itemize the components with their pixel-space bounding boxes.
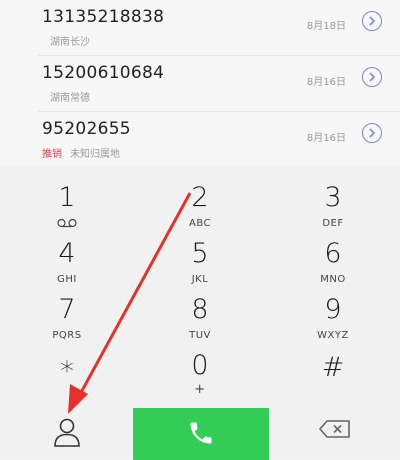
call-details-button[interactable] bbox=[362, 123, 382, 143]
key-digit: 1 bbox=[58, 182, 76, 213]
call-details-button[interactable] bbox=[362, 67, 382, 87]
key-digit: 0 bbox=[191, 350, 209, 381]
key-6[interactable]: 6 MNO bbox=[266, 230, 400, 294]
key-letters: MNO bbox=[320, 274, 346, 285]
recent-calls-list: 13135218838 湖南长沙 8月18日 15200610684 湖南常德 … bbox=[0, 0, 400, 166]
key-letters: DEF bbox=[322, 218, 344, 229]
call-row[interactable]: 15200610684 湖南常德 8月16日 bbox=[0, 56, 400, 112]
call-number: 15200610684 bbox=[42, 63, 165, 83]
key-digit: 4 bbox=[58, 238, 76, 269]
key-4[interactable]: 4 GHI bbox=[0, 230, 134, 294]
key-digit: 9 bbox=[324, 294, 342, 325]
key-8[interactable]: 8 TUV bbox=[133, 286, 267, 350]
key-letters: + bbox=[194, 382, 206, 397]
contacts-button[interactable] bbox=[50, 415, 84, 449]
chevron-right-icon bbox=[369, 128, 376, 138]
chevron-right-icon bbox=[369, 16, 376, 26]
key-letters: TUV bbox=[189, 330, 211, 341]
key-9[interactable]: 9 WXYZ bbox=[266, 286, 400, 350]
key-2[interactable]: 2 ABC bbox=[133, 174, 267, 238]
key-digit: 3 bbox=[324, 182, 342, 213]
key-star[interactable]: * bbox=[0, 342, 134, 406]
call-location: 湖南常德 bbox=[42, 89, 90, 104]
chevron-right-icon bbox=[369, 72, 376, 82]
key-letters: GHI bbox=[57, 274, 77, 285]
key-7[interactable]: 7 PQRS bbox=[0, 286, 134, 350]
key-0[interactable]: 0 + bbox=[133, 342, 267, 406]
call-tag: 推销 bbox=[42, 149, 62, 160]
call-number: 13135218838 bbox=[42, 7, 165, 27]
dialer-action-bar bbox=[0, 405, 400, 460]
call-location-text: 湖南常德 bbox=[50, 93, 90, 104]
key-3[interactable]: 3 DEF bbox=[266, 174, 400, 238]
call-date: 8月18日 bbox=[306, 21, 346, 32]
key-5[interactable]: 5 JKL bbox=[133, 230, 267, 294]
voicemail-icon bbox=[57, 218, 77, 228]
key-letters: JKL bbox=[191, 274, 209, 285]
person-icon bbox=[54, 418, 80, 447]
backspace-icon bbox=[319, 420, 350, 438]
key-digit: 2 bbox=[191, 182, 209, 213]
key-digit: 5 bbox=[191, 238, 209, 269]
key-digit: 8 bbox=[191, 294, 209, 325]
key-letters: PQRS bbox=[52, 330, 82, 341]
call-date: 8月16日 bbox=[306, 77, 346, 88]
call-button[interactable] bbox=[133, 408, 269, 460]
key-1[interactable]: 1 bbox=[0, 174, 134, 238]
key-digit: 6 bbox=[324, 238, 342, 269]
key-letters: WXYZ bbox=[317, 330, 349, 341]
call-number: 95202655 bbox=[42, 119, 131, 139]
call-location-text: 湖南长沙 bbox=[50, 37, 90, 48]
call-row[interactable]: 13135218838 湖南长沙 8月18日 bbox=[0, 0, 400, 56]
call-location-text: 未知归属地 bbox=[70, 149, 120, 160]
call-row[interactable]: 95202655 推销 未知归属地 8月16日 bbox=[0, 112, 400, 168]
key-hash[interactable]: # bbox=[266, 342, 400, 406]
key-digit: * bbox=[60, 356, 74, 387]
key-letters: ABC bbox=[188, 218, 211, 229]
call-location: 推销 未知归属地 bbox=[42, 145, 120, 160]
call-location: 湖南长沙 bbox=[42, 33, 90, 48]
phone-icon bbox=[190, 422, 212, 444]
delete-button[interactable] bbox=[318, 417, 354, 441]
key-digit: 7 bbox=[58, 294, 76, 325]
call-date: 8月16日 bbox=[306, 133, 346, 144]
key-digit: # bbox=[321, 352, 345, 383]
call-details-button[interactable] bbox=[362, 11, 382, 31]
